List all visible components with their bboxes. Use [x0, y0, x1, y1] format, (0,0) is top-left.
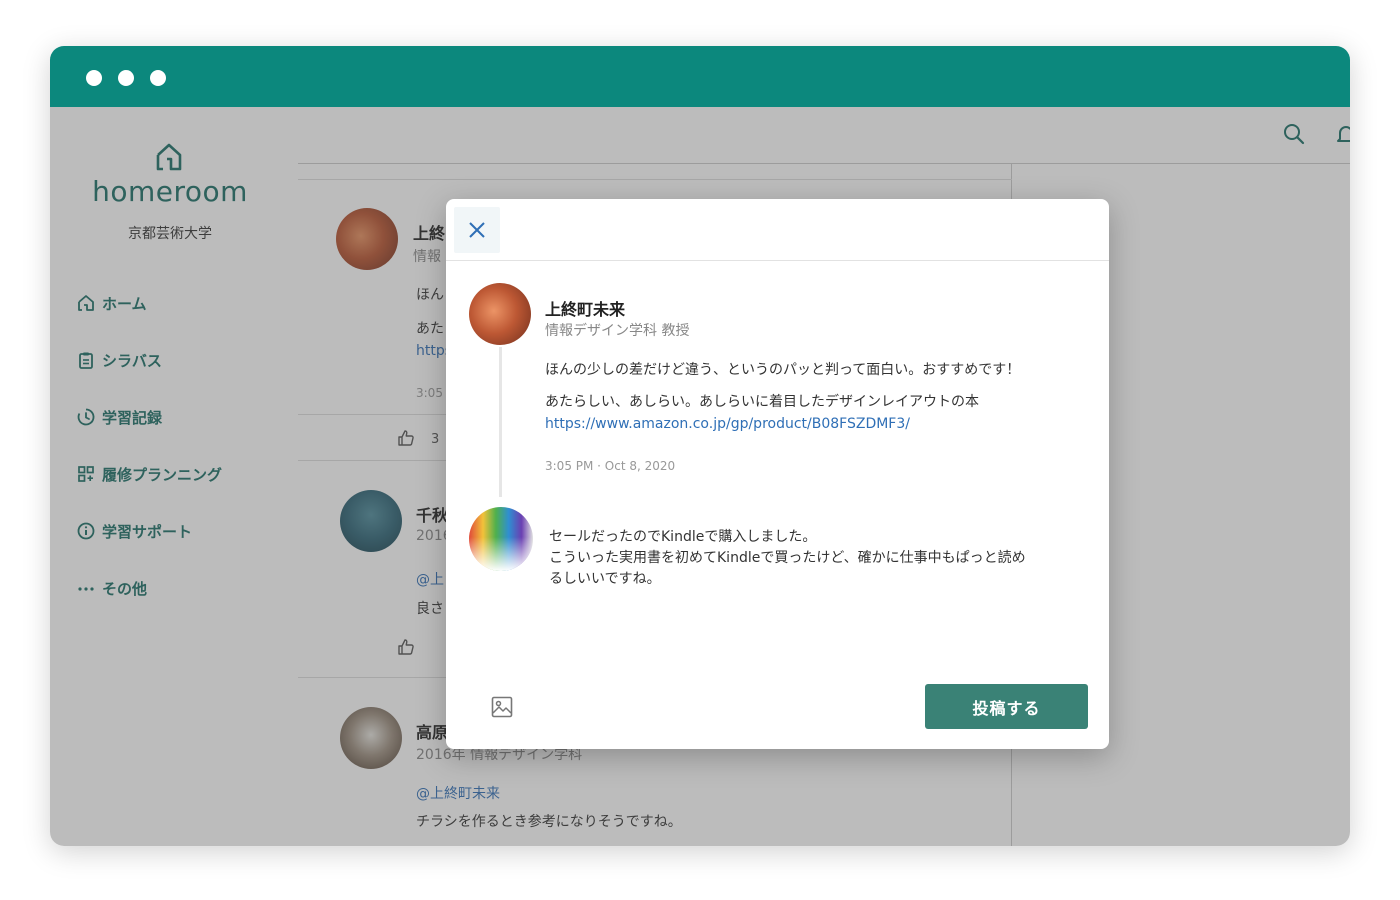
post-button[interactable]: 投稿する [925, 684, 1088, 729]
avatar[interactable] [469, 507, 533, 571]
window-dot-minimize[interactable] [118, 70, 134, 86]
window-dot-maximize[interactable] [150, 70, 166, 86]
image-icon[interactable] [490, 695, 514, 719]
post-text: ほんの少しの差だけど違う、というのパッと判って面白い。おすすめです！ [545, 362, 1021, 378]
post-author[interactable]: 上終町未来 [545, 296, 625, 320]
app-window: homeroom 京都芸術大学 ホーム シラバス 学習記録 履修プランニング 学… [50, 46, 1350, 846]
window-titlebar [50, 46, 1350, 107]
reply-text: セールだったのでKindleで購入しました。 [549, 529, 817, 545]
post-link[interactable]: https://www.amazon.co.jp/gp/product/B08F… [545, 416, 910, 432]
post-text: あたらしい、あしらい。あしらいに着目したデザインレイアウトの本 [545, 394, 979, 410]
reply-modal: 上終町未来 情報デザイン学科 教授 ほんの少しの差だけど違う、というのパッと判っ… [446, 199, 1109, 749]
reply-text: こういった実用書を初めてKindleで買ったけど、確かに仕事中もぱっと読め [549, 550, 1026, 566]
post-meta: 情報デザイン学科 教授 [545, 323, 690, 339]
thread-connector [499, 347, 502, 497]
modal-header [446, 199, 1109, 261]
close-icon [469, 222, 485, 238]
close-button[interactable] [454, 207, 500, 253]
post-timestamp: 3:05 PM · Oct 8, 2020 [545, 459, 676, 473]
window-dot-close[interactable] [86, 70, 102, 86]
avatar-fade [469, 537, 533, 571]
avatar[interactable] [469, 283, 531, 345]
reply-text: るしいいですね。 [549, 571, 661, 587]
